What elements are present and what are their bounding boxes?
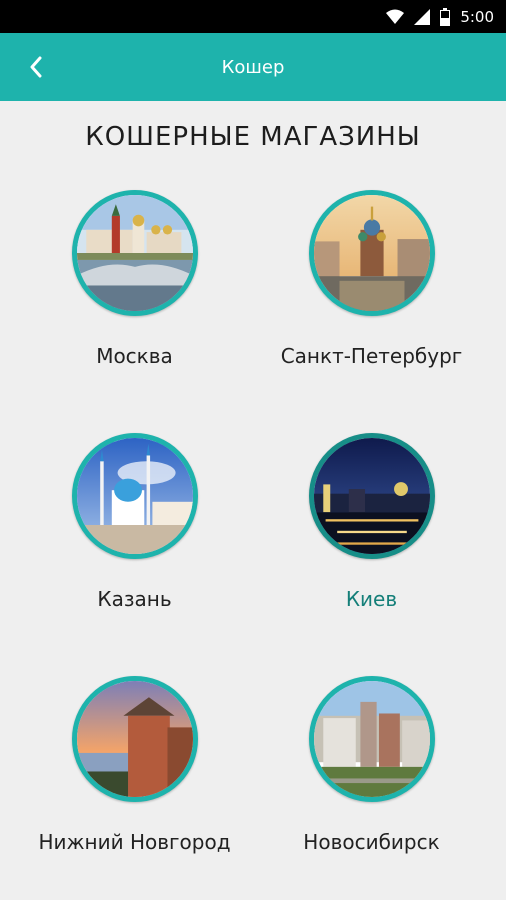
status-time: 5:00 — [460, 7, 494, 26]
back-button[interactable] — [20, 51, 52, 83]
kazan-mosque-photo — [71, 433, 198, 559]
city-label: Санкт-Петербург — [280, 344, 463, 368]
status-bar: 5:00 — [0, 0, 506, 33]
spb-church-photo — [308, 190, 435, 316]
moscow-kremlin-photo — [71, 190, 198, 316]
chevron-left-icon — [30, 56, 42, 78]
city-label: Новосибирск — [303, 830, 440, 854]
battery-icon — [440, 7, 451, 26]
city-item-saint-petersburg[interactable]: Санкт-Петербург — [245, 190, 498, 430]
kiev-night-photo — [308, 433, 435, 559]
app-bar-title: Кошер — [221, 56, 285, 78]
city-item-kazan[interactable]: Казань — [8, 433, 261, 673]
app-bar: Кошер — [0, 33, 506, 101]
city-item-nizhny-novgorod[interactable]: Нижний Новгород — [8, 676, 261, 900]
city-label: Москва — [96, 344, 173, 368]
city-label: Нижний Новгород — [38, 830, 231, 854]
wifi-icon — [386, 9, 405, 24]
novosibirsk-city-photo — [308, 676, 435, 802]
signal-icon — [414, 8, 431, 25]
city-item-novosibirsk[interactable]: Новосибирск — [245, 676, 498, 900]
city-item-moscow[interactable]: Москва — [8, 190, 261, 430]
city-label: Киев — [345, 587, 398, 611]
city-label: Казань — [97, 587, 172, 611]
nizhny-tower-photo — [71, 676, 198, 802]
page-title: КОШЕРНЫЕ МАГАЗИНЫ — [85, 122, 421, 152]
city-item-kiev[interactable]: Киев — [245, 433, 498, 673]
